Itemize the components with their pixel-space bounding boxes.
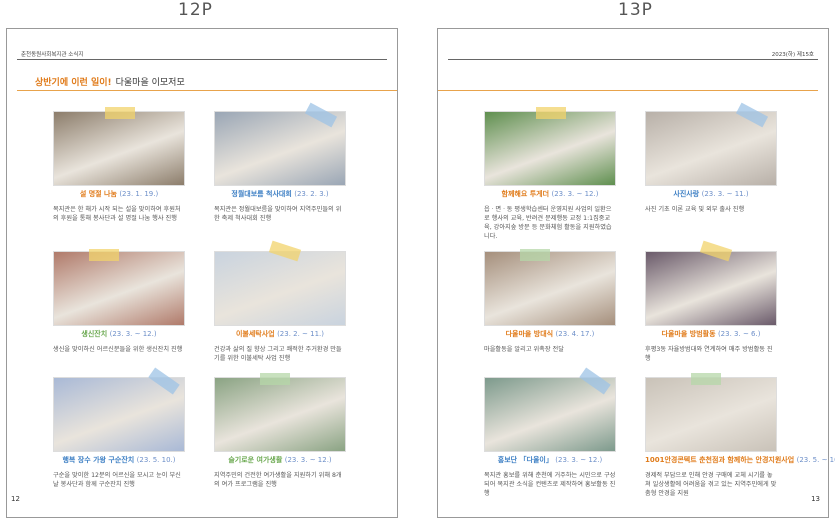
activity-date: (23. 2. 3.) (294, 190, 329, 198)
activity-date: (23. 1. 19.) (119, 190, 159, 198)
section-rule (17, 90, 397, 91)
activity-card: 다울마을 방대식 (23. 4. 17.) 마을활동을 알리고 위촉장 전달 (484, 249, 616, 354)
activity-card: 정월대보름 척사대회 (23. 2. 3.) 복지관은 정월대보름을 맞이하여 지… (214, 102, 346, 223)
activity-description: 지역주민의 건전한 여가생활을 지원하기 위해 8개의 여가 프로그램을 진행 (214, 472, 342, 488)
activity-title: 사진사랑 (673, 190, 700, 198)
activity-date: (23. 3. ~ 12.) (551, 190, 599, 198)
activity-card: 생신잔치 (23. 3. ~ 12.) 생신을 맞이하신 어르신분들을 위한 생신… (53, 249, 185, 354)
header-rule (448, 59, 818, 60)
activity-photo (214, 377, 346, 452)
left-page-header: 춘천동원사회복지관 소식지 (21, 52, 84, 58)
page-number: 12 (11, 495, 20, 503)
activity-photo (484, 251, 616, 326)
tape-decoration (260, 373, 290, 385)
activity-card: 함께해요 투게더 (23. 3. ~ 12.) 읍ㆍ면ㆍ동 평생학습센터 운영지원… (484, 107, 616, 241)
activity-photo (484, 111, 616, 186)
activity-description: 생신을 맞이하신 어르신분들을 위한 생신잔치 진행 (53, 346, 183, 353)
activity-date: (23. 3. ~ 12.) (555, 456, 603, 464)
right-page-header: 2023(하) 제15호 (771, 52, 814, 58)
right-page-label: 13P (618, 0, 653, 20)
activity-card: 1001안경콘텍트 춘천점과 함께하는 안경지원사업 (23. 5. ~ 10.… (645, 373, 835, 498)
activity-caption: 다울마을 방범활동 (23. 3. ~ 6.) (645, 329, 777, 339)
activity-description: 사진 기초 이론 교육 및 외부 출사 진행 (645, 206, 745, 213)
activity-caption: 생신잔치 (23. 3. ~ 12.) (53, 329, 185, 339)
left-page: 춘천동원사회복지관 소식지 상반기에 이런 일이! 다울마을 이모저모 설 명절… (6, 28, 398, 518)
section-heading: 상반기에 이런 일이! 다울마을 이모저모 (35, 73, 185, 89)
activity-date: (23. 3. ~ 11.) (701, 190, 749, 198)
activity-description: 읍ㆍ면ㆍ동 평생학습센터 운영지원 사업의 일환으로 행사의 교육, 반려견 문… (484, 206, 612, 240)
activity-card: 이불세탁사업 (23. 2. ~ 11.) 건강과 삶의 질 향상 그리고 쾌적한… (214, 240, 346, 363)
activity-title: 1001안경콘텍트 춘천점과 함께하는 안경지원사업 (645, 456, 795, 464)
activity-date: (23. 3. ~ 6.) (717, 330, 761, 338)
activity-description: 건강과 삶의 질 향상 그리고 쾌적한 주거환경 만들기를 위한 이불세탁 사업… (214, 346, 342, 362)
activity-title: 이불세탁사업 (235, 330, 275, 338)
tape-decoration (520, 249, 550, 261)
activity-title: 함께해요 투게더 (501, 190, 550, 198)
section-rule (438, 90, 818, 91)
activity-caption: 이불세탁사업 (23. 2. ~ 11.) (214, 329, 346, 339)
activity-caption: 함께해요 투게더 (23. 3. ~ 12.) (484, 189, 616, 199)
section-subtitle: 다울마을 이모저모 (115, 77, 185, 88)
activity-description: 마을활동을 알리고 위촉장 전달 (484, 346, 564, 353)
activity-photo (214, 251, 346, 326)
activity-date: (23. 3. ~ 12.) (109, 330, 157, 338)
activity-title: 홍보단 「다울이」 (497, 456, 553, 464)
tape-decoration (691, 373, 721, 385)
activity-title: 생신잔치 (81, 330, 108, 338)
section-highlight: 상반기에 이런 일이! (35, 77, 112, 88)
activity-caption: 사진사랑 (23. 3. ~ 11.) (645, 189, 777, 199)
tape-decoration (89, 249, 119, 261)
activity-description: 복지관은 정월대보름을 맞이하여 지역주민들의 위한 축제 척사대회 진행 (214, 206, 342, 222)
activity-title: 행복 장수 가왕 구순잔치 (62, 456, 135, 464)
activity-title: 다울마을 방대식 (505, 330, 554, 338)
activity-title: 슬기로운 여가생활 (228, 456, 283, 464)
activity-title: 설 명절 나눔 (79, 190, 117, 198)
activity-caption: 슬기로운 여가생활 (23. 3. ~ 12.) (214, 455, 346, 465)
activity-photo (645, 377, 777, 452)
left-page-label: 12P (178, 0, 213, 20)
activity-description: 복지관 홍보를 위해 춘천에 거주하는 시민으로 구성되어 복지관 소식을 컨텐… (484, 472, 616, 497)
activity-title: 다울마을 방범활동 (661, 330, 716, 338)
activity-card: 설 명절 나눔 (23. 1. 19.) 복지관은 한 해가 시작 되는 설을 맞… (53, 107, 185, 223)
activity-description: 복지관은 한 해가 시작 되는 설을 맞이하여 후원처의 후원을 통해 봉사단과… (53, 206, 181, 222)
tape-decoration (536, 107, 566, 119)
activity-date: (23. 4. 17.) (555, 330, 595, 338)
activity-caption: 다울마을 방대식 (23. 4. 17.) (484, 329, 616, 339)
activity-date: (23. 2. ~ 11.) (277, 330, 325, 338)
activity-card: 행복 장수 가왕 구순잔치 (23. 5. 10.) 구순을 맞이한 12분의 어… (53, 367, 185, 489)
activity-date: (23. 3. ~ 12.) (284, 456, 332, 464)
activity-card: 다울마을 방범활동 (23. 3. ~ 6.) 후평3동 자율방범대와 연계하여 … (645, 240, 777, 363)
activity-caption: 정월대보름 척사대회 (23. 2. 3.) (214, 189, 346, 199)
tape-decoration (105, 107, 135, 119)
activity-caption: 홍보단 「다울이」 (23. 3. ~ 12.) (484, 455, 616, 465)
activity-card: 슬기로운 여가생활 (23. 3. ~ 12.) 지역주민의 건전한 여가생활을 … (214, 373, 346, 489)
activity-card: 사진사랑 (23. 3. ~ 11.) 사진 기초 이론 교육 및 외부 출사 진… (645, 102, 777, 214)
activity-caption: 행복 장수 가왕 구순잔치 (23. 5. 10.) (53, 455, 185, 465)
activity-photo (645, 251, 777, 326)
activity-card: 홍보단 「다울이」 (23. 3. ~ 12.) 복지관 홍보를 위해 춘천에 거… (484, 367, 616, 498)
right-page: 2023(하) 제15호 함께해요 투게더 (23. 3. ~ 12.) 읍ㆍ면ㆍ… (437, 28, 835, 518)
activity-description: 경제적 부담으로 인해 안경 구매에 교체 시기를 놓쳐 일상생활에 어려움을 … (645, 472, 777, 497)
header-rule (17, 59, 387, 60)
activity-photo (53, 251, 185, 326)
activity-description: 구순을 맞이한 12분의 어르신을 모시고 눈이 부신 날 봉사단과 함께 구순… (53, 472, 181, 488)
activity-date: (23. 5. 10.) (136, 456, 176, 464)
activity-description: 후평3동 자율방범대와 연계하여 매주 방범활동 진행 (645, 346, 773, 362)
page-number: 13 (811, 495, 820, 503)
activity-date: (23. 5. ~ 10.) (796, 456, 835, 464)
activity-caption: 1001안경콘텍트 춘천점과 함께하는 안경지원사업 (23. 5. ~ 10.… (645, 455, 835, 465)
activity-photo (53, 111, 185, 186)
activity-caption: 설 명절 나눔 (23. 1. 19.) (53, 189, 185, 199)
activity-title: 정월대보름 척사대회 (231, 190, 292, 198)
